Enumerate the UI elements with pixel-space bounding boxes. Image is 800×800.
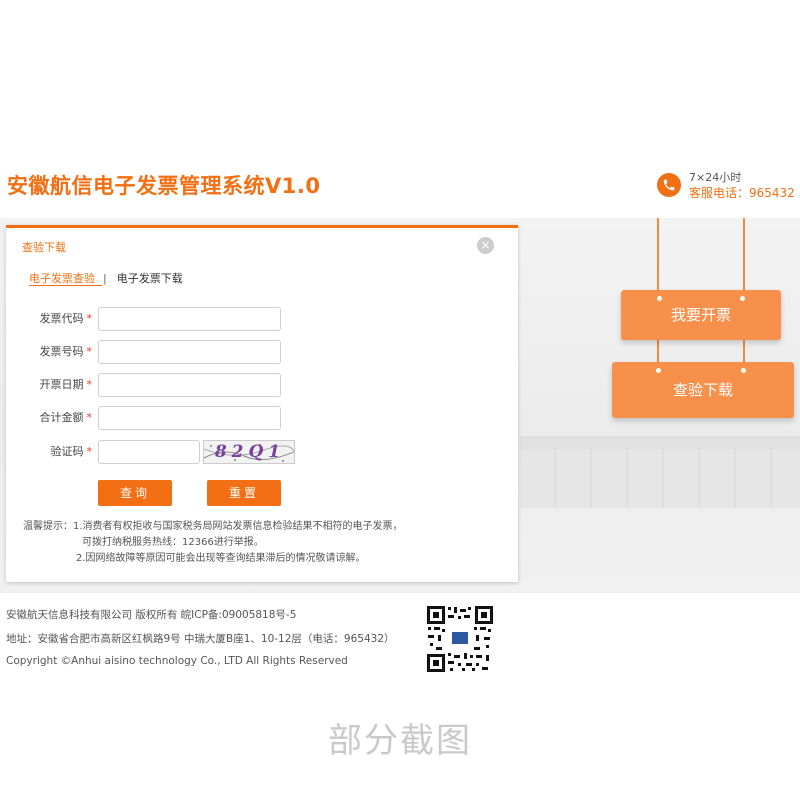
- hotline-phone: 客服电话：965432: [689, 186, 795, 200]
- footer-address: 地址：安徽省合肥市高新区红枫路9号 中瑞大厦B座1、10-12层（电话：9654…: [6, 633, 395, 645]
- notice-tips: 温馨提示：1.消费者有权拒收与国家税务局网站发票信息检验结果不相符的电子发票， …: [23, 519, 403, 567]
- form-row-invoice-code: 发票代码 *: [6, 307, 518, 333]
- phone-icon: [657, 173, 681, 197]
- tip-line: 2.因网络故障等原因可能会出现等查询结果滞后的情况敬请谅解。: [76, 553, 366, 564]
- sign-nail: [740, 296, 745, 301]
- issue-invoice-sign-button[interactable]: 我要开票: [621, 290, 781, 340]
- check-download-label: 查验下载: [672, 381, 733, 399]
- hotline: 7×24小时 客服电话：965432: [657, 169, 797, 203]
- footer-copyright: Copyright ©Anhui aisino technology Co., …: [6, 655, 348, 667]
- form-row-invoice-number: 发票号码 *: [6, 340, 518, 366]
- issue-invoice-label: 我要开票: [670, 306, 731, 324]
- active-tab-underline: [29, 285, 102, 286]
- query-button[interactable]: 查询: [98, 480, 172, 506]
- captcha-text: 82Q1: [214, 442, 286, 462]
- invoice-number-label: 发票号码 *: [39, 345, 93, 358]
- captcha-image[interactable]: 82Q1: [203, 440, 295, 464]
- invoice-code-input[interactable]: [98, 307, 281, 331]
- invoice-number-input[interactable]: [98, 340, 281, 364]
- check-download-sign-button[interactable]: 查验下载: [612, 362, 794, 418]
- qr-center-logo: [451, 631, 469, 645]
- captcha-input[interactable]: [98, 440, 200, 464]
- screenshot-caption: 部分截图: [328, 721, 472, 761]
- sign-nail: [741, 368, 746, 373]
- panel-tabs: 电子发票查验 | 电子发票下载: [29, 270, 183, 286]
- total-amount-input[interactable]: [98, 406, 281, 430]
- banner-bricks: [520, 448, 800, 508]
- tab-invoice-check[interactable]: 电子发票查验: [29, 270, 95, 286]
- tab-separator: |: [103, 272, 107, 285]
- tip-line: 温馨提示：1.消费者有权拒收与国家税务局网站发票信息检验结果不相符的电子发票，: [23, 521, 403, 532]
- invoice-code-label: 发票代码 *: [39, 312, 93, 325]
- reset-button[interactable]: 重置: [207, 480, 281, 506]
- sign-nail: [657, 296, 662, 301]
- tab-invoice-download[interactable]: 电子发票下载: [117, 270, 183, 286]
- issue-date-input[interactable]: [98, 373, 281, 397]
- total-amount-label: 合计金额 *: [39, 411, 93, 424]
- issue-date-label: 开票日期 *: [39, 378, 93, 391]
- form-row-issue-date: 开票日期 *: [6, 373, 518, 399]
- site-title: 安徽航信电子发票管理系统V1.0: [7, 174, 321, 198]
- tip-line: 可拨打纳税服务热线：12366进行举报。: [82, 537, 264, 548]
- footer-copyright-owner: 安徽航天信息科技有限公司 版权所有 皖ICP备:09005818号-5: [6, 609, 297, 621]
- form-row-captcha: 验证码 * 82Q1: [6, 440, 518, 466]
- form-row-total-amount: 合计金额 *: [6, 406, 518, 432]
- panel-title: 查验下载: [22, 241, 66, 254]
- check-download-panel: 查验下载 × 电子发票查验 | 电子发票下载 发票代码 * 发票号码 * 开票日期 * 合…: [6, 225, 518, 582]
- close-icon[interactable]: ×: [477, 237, 494, 254]
- hotline-hours: 7×24小时: [689, 171, 742, 184]
- sign-nail: [656, 368, 661, 373]
- captcha-label: 验证码 *: [50, 445, 93, 458]
- qr-code-icon: [426, 605, 494, 673]
